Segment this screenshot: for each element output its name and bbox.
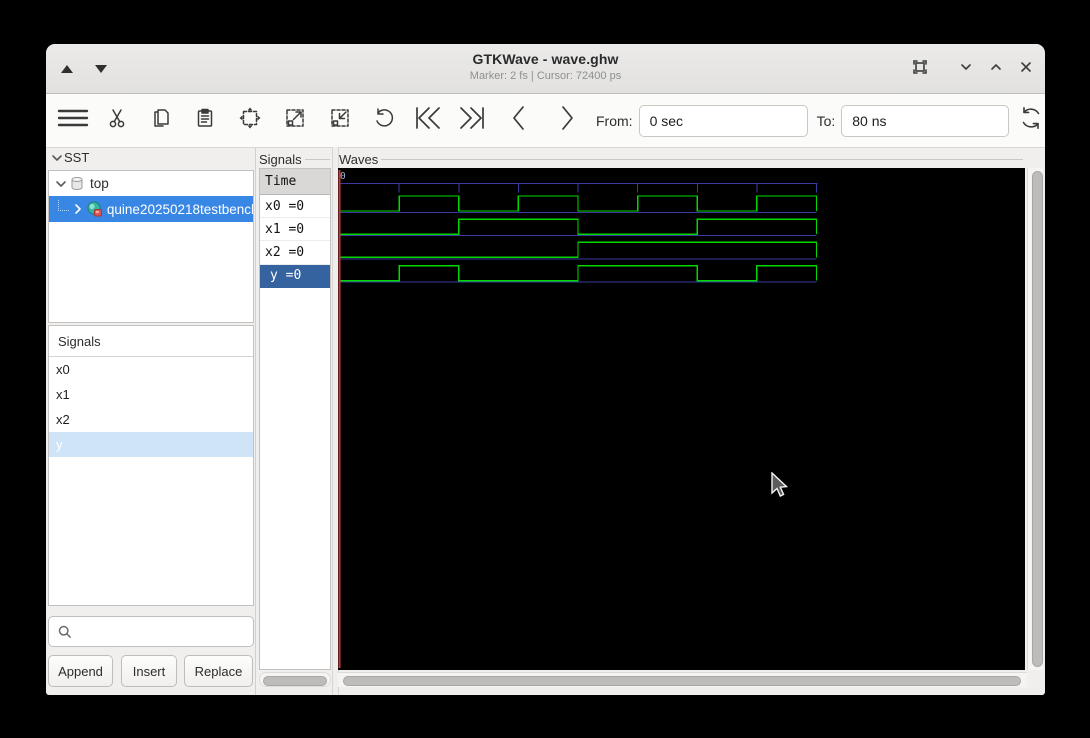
find-previous-edge-button[interactable] (506, 106, 532, 136)
sst-header[interactable]: SST (50, 150, 89, 165)
tree-item-testbench[interactable]: quine20250218testbench (49, 196, 253, 222)
scrollbar-thumb[interactable] (343, 675, 1021, 686)
zoom-fit-button[interactable] (237, 106, 263, 136)
origin-time-label: 0 (340, 171, 346, 182)
titlebar[interactable]: GTKWave - wave.ghw Marker: 2 fs | Cursor… (46, 44, 1045, 94)
mouse-cursor (771, 472, 789, 497)
facilities-panel: Signals x0 x1 x2 y (48, 325, 254, 606)
wave-name-row[interactable]: y =0 (260, 264, 330, 288)
scrollbar-thumb[interactable] (1032, 171, 1043, 667)
frame-border-line (381, 159, 1023, 160)
wave-name-row[interactable]: x2 =0 (260, 241, 330, 265)
search-icon (57, 624, 73, 640)
window-title: GTKWave - wave.ghw (472, 51, 619, 67)
desktop: GTKWave - wave.ghw Marker: 2 fs | Cursor… (0, 0, 1090, 738)
reload-icon (1018, 105, 1044, 136)
waves-h-scrollbar[interactable] (338, 672, 1027, 687)
restore-icon (912, 59, 928, 80)
signal-search-box[interactable] (48, 616, 254, 647)
paste-button[interactable] (192, 106, 218, 136)
find-next-edge-button[interactable] (554, 106, 580, 136)
to-label: To: (816, 112, 836, 129)
wave-trace-y (339, 264, 818, 282)
toolbar: From: To: (46, 94, 1045, 148)
wave-name-row[interactable]: x1 =0 (260, 218, 330, 242)
sst-label: SST (64, 150, 90, 165)
skip-to-start-icon (413, 105, 443, 136)
chevron-right-icon (557, 104, 577, 137)
chevron-down-icon (959, 60, 973, 79)
tree-item-top[interactable]: top (49, 171, 253, 196)
content-area: SST top quine20250218testbench Signals x… (46, 147, 1045, 695)
frame-border-line (304, 159, 330, 160)
wave-name-rows: x0 =0 x1 =0 x2 =0 y =0 (260, 195, 330, 288)
maximize-button[interactable] (982, 55, 1010, 83)
wave-canvas[interactable]: 0 (338, 168, 1025, 670)
minimize-button[interactable] (952, 55, 980, 83)
search-input[interactable] (73, 616, 253, 647)
menu-button[interactable] (56, 106, 90, 136)
facility-item-x2[interactable]: x2 (49, 407, 253, 432)
insert-button[interactable]: Insert (121, 655, 177, 687)
tree-connector-line (58, 199, 69, 211)
copy-button[interactable] (148, 106, 174, 136)
waves-v-scrollbar[interactable] (1027, 168, 1043, 670)
from-label: From: (596, 112, 633, 129)
wave-signals-frame-header: Signals (259, 152, 330, 167)
vhdl-entity-icon (85, 201, 104, 217)
go-to-start-button[interactable] (413, 106, 443, 136)
wave-name-row[interactable]: x0 =0 (260, 195, 330, 219)
wave-trace-x1 (339, 218, 818, 235)
expander-chevron-right-icon (71, 202, 85, 216)
zoom-fit-icon (238, 106, 262, 135)
undo-button[interactable] (370, 106, 396, 136)
sst-tree-panel: top quine20250218testbench (48, 170, 254, 323)
append-button[interactable]: Append (48, 655, 113, 687)
zoom-out-icon (328, 106, 352, 135)
wave-trace-x2 (339, 241, 818, 259)
expander-chevron-down-icon (54, 177, 68, 191)
chevron-left-icon (509, 104, 529, 137)
from-time-input[interactable] (638, 104, 808, 137)
facility-item-y[interactable]: y (49, 432, 253, 457)
time-column-header[interactable]: Time (260, 169, 330, 195)
chevron-up-icon (989, 60, 1003, 79)
waves-frame-header: Waves (339, 152, 1023, 167)
copy-icon (150, 107, 172, 134)
wave-signals-label: Signals (259, 152, 302, 167)
wave-names-h-scrollbar[interactable] (259, 672, 331, 687)
reload-button[interactable] (1018, 106, 1044, 136)
clipboard-paste-icon (194, 107, 216, 134)
zoom-out-button[interactable] (327, 106, 353, 136)
waves-label: Waves (339, 152, 379, 167)
database-cylinder-icon (68, 176, 86, 191)
restore-button[interactable] (906, 55, 934, 83)
facility-item-x1[interactable]: x1 (49, 382, 253, 407)
wave-trace-x0 (339, 195, 818, 212)
facilities-list: x0 x1 x2 y (49, 357, 253, 457)
marker-cursor-status: Marker: 2 fs | Cursor: 72400 ps (469, 70, 622, 82)
tree-item-label: top (90, 176, 109, 191)
close-icon (1019, 60, 1033, 79)
scrollbar-thumb[interactable] (263, 675, 327, 686)
left-pane-divider[interactable] (255, 147, 256, 695)
to-time-input[interactable] (841, 104, 1010, 137)
facility-item-x0[interactable]: x0 (49, 357, 253, 382)
tree-item-label: quine20250218testbench (106, 201, 253, 217)
cut-button[interactable] (104, 106, 130, 136)
undo-arrow-icon (371, 106, 395, 135)
hamburger-menu-icon (57, 107, 89, 134)
zoom-in-icon (283, 106, 307, 135)
expander-chevron-down-icon (50, 151, 64, 165)
skip-to-end-icon (457, 105, 487, 136)
gtkwave-window: GTKWave - wave.ghw Marker: 2 fs | Cursor… (46, 44, 1045, 695)
replace-button[interactable]: Replace (184, 655, 253, 687)
action-buttons-row: Append Insert Replace (46, 655, 256, 688)
close-button[interactable] (1012, 55, 1040, 83)
go-to-end-button[interactable] (457, 106, 487, 136)
zoom-in-button[interactable] (282, 106, 308, 136)
scissors-cut-icon (106, 107, 128, 134)
wave-name-panel: Time x0 =0 x1 =0 x2 =0 y =0 (259, 168, 331, 670)
facilities-header: Signals (49, 326, 253, 357)
